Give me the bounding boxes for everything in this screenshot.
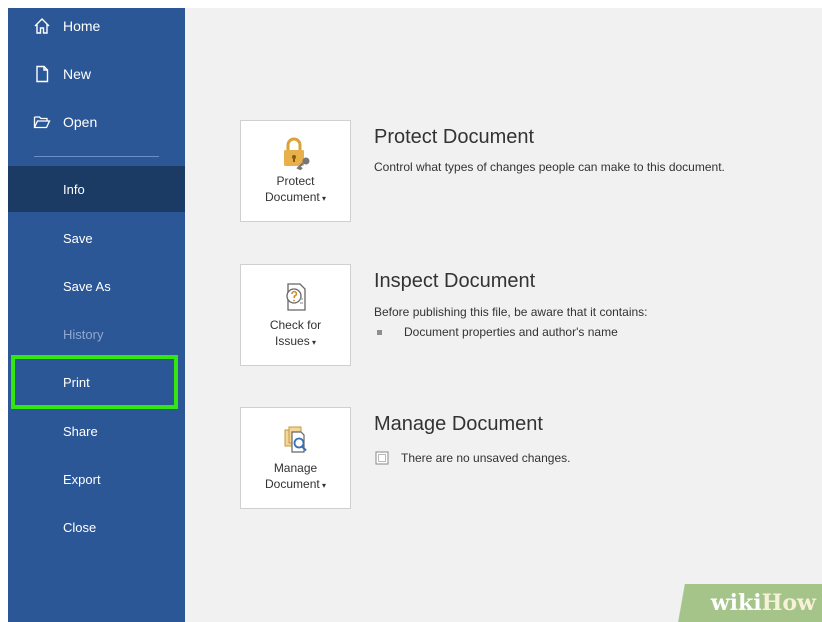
watermark-how: How [761, 590, 816, 616]
sidebar-item-close[interactable]: Close [8, 504, 185, 550]
bullet-square-icon [377, 329, 382, 335]
protect-document-button[interactable]: Protect Document ▾ [240, 120, 351, 222]
inspect-document-icon [278, 279, 314, 315]
home-icon [33, 17, 51, 35]
sidebar-item-share[interactable]: Share [8, 408, 185, 454]
sidebar-item-label: Export [63, 471, 101, 487]
sidebar-item-label: Close [63, 519, 97, 535]
check-for-issues-button[interactable]: Check for Issues ▾ [240, 264, 351, 366]
folder-open-icon [33, 113, 51, 131]
sidebar-item-save-as[interactable]: Save As [8, 263, 185, 309]
backstage-sidebar: Home New Open Info Save Save As History … [8, 8, 185, 622]
watermark-wiki: wiki [710, 590, 762, 616]
manage-document-button[interactable]: Manage Document ▾ [240, 407, 351, 509]
button-label-line2: Document ▾ [246, 476, 346, 494]
lock-key-icon [278, 135, 314, 171]
bullet-text: There are no unsaved changes. [401, 451, 571, 465]
sidebar-item-open[interactable]: Open [33, 107, 97, 137]
button-label-line1: Check for [269, 318, 322, 332]
button-label-line2: Issues ▾ [246, 333, 346, 351]
dropdown-caret-icon: ▾ [319, 481, 326, 490]
sidebar-item-export[interactable]: Export [8, 456, 185, 502]
inspect-document-description: Before publishing this file, be aware th… [374, 305, 648, 319]
inspect-document-bullet: Document properties and author's name [377, 325, 618, 339]
button-label-line1: Protect [276, 174, 315, 188]
sidebar-item-label: History [63, 326, 104, 342]
sidebar-item-label: Share [63, 423, 98, 439]
document-icon [375, 451, 389, 465]
dropdown-caret-icon: ▾ [319, 194, 326, 203]
dropdown-caret-icon: ▾ [309, 338, 316, 347]
sidebar-item-print[interactable]: Print [11, 355, 178, 409]
manage-document-bullet: There are no unsaved changes. [375, 451, 570, 465]
sidebar-item-info[interactable]: Info [8, 166, 185, 212]
sidebar-item-new[interactable]: New [33, 59, 91, 89]
sidebar-separator [34, 156, 159, 157]
sidebar-item-home[interactable]: Home [33, 11, 100, 41]
manage-document-title: Manage Document [374, 413, 543, 435]
sidebar-item-label: Open [63, 114, 98, 130]
sidebar-item-history[interactable]: History [8, 311, 185, 357]
new-doc-icon [33, 65, 51, 83]
manage-document-label: Manage Document ▾ [246, 460, 346, 494]
sidebar-item-label: Save [63, 230, 93, 246]
button-label-text: Document [265, 190, 320, 204]
check-for-issues-label: Check for Issues ▾ [246, 317, 346, 351]
sidebar-item-label: Info [63, 181, 85, 197]
protect-document-description: Control what types of changes people can… [374, 160, 725, 174]
protect-document-title: Protect Document [374, 126, 535, 148]
sidebar-item-label: New [63, 66, 92, 82]
protect-document-label: Protect Document ▾ [246, 173, 346, 207]
info-panel: Protect Document ▾ Protect Document Cont… [185, 8, 822, 622]
bullet-text: Document properties and author's name [404, 325, 618, 339]
sidebar-item-save[interactable]: Save [8, 215, 185, 261]
button-label-line1: Manage [273, 461, 318, 475]
button-label-text: Issues [275, 334, 310, 348]
sidebar-item-label: Save As [63, 278, 111, 294]
wikihow-watermark: wiki How [662, 584, 822, 622]
button-label-line2: Document ▾ [246, 189, 346, 207]
manage-document-icon [278, 422, 314, 458]
button-label-text: Document [265, 477, 320, 491]
inspect-document-title: Inspect Document [374, 270, 536, 292]
sidebar-item-label: Print [63, 374, 90, 390]
sidebar-item-label: Home [63, 18, 101, 34]
